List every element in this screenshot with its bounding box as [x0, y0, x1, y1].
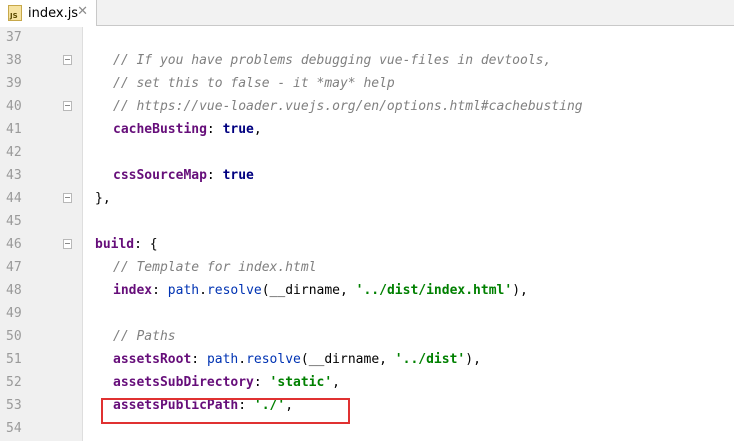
code-token: : — [206, 122, 223, 137]
code-token: 'static' — [269, 375, 333, 390]
code-token: : — [253, 375, 270, 390]
javascript-file-icon: JS — [8, 5, 22, 21]
line-number: 47 — [6, 260, 22, 275]
code-text: // set this to false - it *may* help — [113, 76, 395, 92]
line-number: 42 — [6, 145, 22, 160]
code-token: // set this to false - it *may* help — [113, 76, 395, 91]
code-line[interactable]: 37 — [0, 27, 734, 50]
code-token: true — [222, 168, 254, 183]
code-token: ), — [512, 283, 528, 298]
code-token: assetsSubDirectory — [113, 375, 254, 390]
code-text: // https://vue-loader.vuejs.org/en/optio… — [113, 99, 583, 115]
code-token: cssSourceMap — [113, 168, 207, 183]
code-line[interactable]: 48 index: path.resolve(__dirname, '../dis… — [0, 280, 734, 303]
fold-marker-icon[interactable] — [63, 55, 72, 65]
code-text: assetsRoot: path.resolve(__dirname, '../… — [113, 352, 481, 368]
code-token: assetsRoot — [113, 352, 192, 367]
line-number: 52 — [6, 375, 22, 390]
line-number: 40 — [6, 99, 22, 114]
code-token: true — [222, 122, 254, 137]
code-token: resolve — [246, 352, 301, 367]
code-token: }, — [95, 191, 111, 206]
editor-tab-bar: JS index.js ✕ — [0, 0, 734, 26]
highlight-annotation-box — [101, 398, 350, 424]
code-token: path — [206, 352, 239, 367]
code-line[interactable]: 42 — [0, 142, 734, 165]
code-line[interactable]: 46 build: { — [0, 234, 734, 257]
code-token: . — [199, 283, 207, 298]
line-number: 50 — [6, 329, 22, 344]
code-token: cacheBusting — [113, 122, 207, 137]
code-line[interactable]: 40 // https://vue-loader.vuejs.org/en/opt… — [0, 96, 734, 119]
code-token: (__dirname, — [261, 283, 356, 298]
code-token: // https://vue-loader.vuejs.org/en/optio… — [113, 99, 583, 114]
line-number: 49 — [6, 306, 22, 321]
code-line[interactable]: 38 // If you have problems debugging vue-… — [0, 50, 734, 73]
code-token: : — [191, 352, 207, 367]
code-token: : — [152, 283, 168, 298]
code-line[interactable]: 52 assetsSubDirectory: 'static', — [0, 372, 734, 395]
line-number: 41 — [6, 122, 22, 137]
code-token: index — [113, 283, 153, 298]
code-text: cssSourceMap: true — [113, 168, 254, 184]
code-token: : — [206, 168, 223, 183]
line-number: 43 — [6, 168, 22, 183]
code-line[interactable]: 49 — [0, 303, 734, 326]
code-token: (__dirname, — [300, 352, 395, 367]
code-token: // Paths — [113, 329, 176, 344]
tab-filename: index.js — [28, 5, 79, 21]
fold-marker-icon[interactable] — [63, 101, 72, 111]
code-line[interactable]: 39 // set this to false - it *may* help — [0, 73, 734, 96]
line-number: 54 — [6, 421, 22, 436]
code-line[interactable]: 50 // Paths — [0, 326, 734, 349]
close-icon[interactable]: ✕ — [77, 4, 88, 19]
code-token: build — [95, 237, 135, 252]
code-text: }, — [95, 191, 111, 207]
fold-marker-icon[interactable] — [63, 193, 72, 203]
fold-marker-icon[interactable] — [63, 239, 72, 249]
code-token: ), — [465, 352, 481, 367]
code-text: cacheBusting: true, — [113, 122, 262, 138]
line-number: 44 — [6, 191, 22, 206]
code-text: // If you have problems debugging vue-fi… — [113, 53, 551, 69]
code-token: '../dist/index.html' — [355, 283, 513, 298]
code-token: , — [253, 122, 262, 137]
code-token: // Template for index.html — [113, 260, 317, 275]
code-token: resolve — [206, 283, 262, 298]
code-line[interactable]: 45 — [0, 211, 734, 234]
line-number: 51 — [6, 352, 22, 367]
code-token: , — [332, 375, 340, 390]
code-editor[interactable]: 37 38 // If you have problems debugging vu… — [0, 27, 734, 441]
code-line[interactable]: 41 cacheBusting: true, — [0, 119, 734, 142]
line-number: 39 — [6, 76, 22, 91]
code-line[interactable]: 51 assetsRoot: path.resolve(__dirname, '.… — [0, 349, 734, 372]
tab-index-js[interactable]: JS index.js ✕ — [0, 0, 97, 26]
code-text: // Template for index.html — [113, 260, 317, 276]
code-line[interactable]: 47 // Template for index.html — [0, 257, 734, 280]
code-token: . — [238, 352, 247, 367]
line-number: 53 — [6, 398, 22, 413]
code-text: // Paths — [113, 329, 176, 345]
code-token: '../dist' — [394, 352, 466, 367]
code-line[interactable]: 43 cssSourceMap: true — [0, 165, 734, 188]
code-line[interactable]: 44}, — [0, 188, 734, 211]
code-text: assetsSubDirectory: 'static', — [113, 375, 340, 391]
line-number: 38 — [6, 53, 22, 68]
code-text: index: path.resolve(__dirname, '../dist/… — [113, 283, 528, 299]
line-number: 46 — [6, 237, 22, 252]
code-token: path — [167, 283, 200, 298]
code-token: // If you have problems debugging vue-fi… — [113, 53, 552, 68]
javascript-file-icon-text: JS — [10, 12, 18, 20]
code-token: : { — [134, 237, 158, 252]
code-text: build: { — [95, 237, 158, 253]
line-number: 48 — [6, 283, 22, 298]
line-number: 45 — [6, 214, 22, 229]
line-number: 37 — [6, 30, 22, 45]
